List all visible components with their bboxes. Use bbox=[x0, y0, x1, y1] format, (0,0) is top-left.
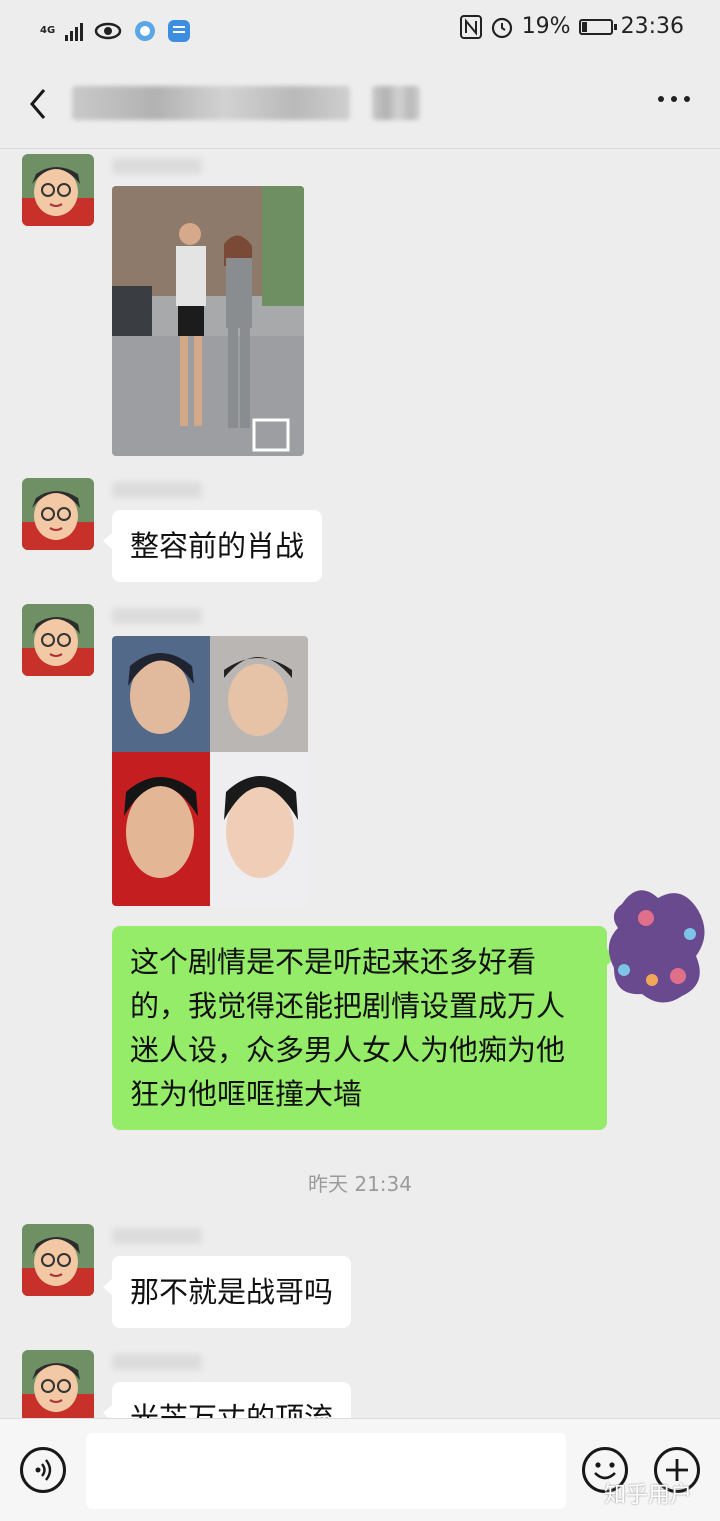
chat-header bbox=[0, 62, 720, 149]
watermark: 知乎用户 bbox=[603, 1483, 692, 1508]
message-bubble[interactable]: 整容前的肖战 bbox=[102, 510, 323, 582]
avatar-cartoon-icon bbox=[22, 154, 94, 226]
battery-percent: 19% bbox=[521, 14, 571, 39]
timestamp: 昨天 21:34 bbox=[308, 1172, 412, 1196]
network-type: 4G bbox=[40, 25, 56, 36]
sender-name-blurred bbox=[112, 482, 202, 498]
sender-name-blurred bbox=[112, 158, 202, 174]
photo-collage-four-faces[interactable] bbox=[112, 636, 308, 906]
message-bubble-self[interactable]: 这个剧情是不是听起来还多好看的，我觉得还能把剧情设置成万人迷人设，众多男人女人为… bbox=[112, 926, 616, 1130]
eye-icon bbox=[94, 22, 122, 40]
alarm-icon bbox=[491, 17, 512, 38]
avatar-flower-pattern-icon bbox=[608, 890, 705, 1003]
sender-name-blurred bbox=[112, 1228, 202, 1244]
sender-name-blurred bbox=[112, 608, 202, 624]
avatar[interactable] bbox=[22, 1350, 94, 1418]
message-row: 光芒万丈的顶流 bbox=[0, 1350, 720, 1418]
avatar[interactable] bbox=[22, 1224, 94, 1296]
sender-name-blurred bbox=[112, 1354, 202, 1370]
avatar[interactable] bbox=[22, 154, 94, 226]
more-dots-icon[interactable] bbox=[658, 96, 690, 102]
message-input[interactable] bbox=[86, 1433, 566, 1509]
battery-icon bbox=[578, 18, 617, 35]
avatar[interactable] bbox=[22, 604, 94, 676]
avatar-self[interactable] bbox=[608, 884, 708, 1008]
avatar-cartoon-icon bbox=[22, 604, 94, 676]
voice-icon[interactable] bbox=[20, 1447, 66, 1493]
nfc-icon bbox=[459, 14, 482, 39]
avatar-cartoon-icon bbox=[22, 1224, 94, 1296]
chat-title-suffix-blurred bbox=[372, 86, 420, 120]
message-bubble[interactable]: 光芒万丈的顶流 bbox=[102, 1382, 352, 1418]
zhihu-app-icon bbox=[168, 20, 191, 42]
avatar-cartoon-icon bbox=[22, 1350, 94, 1418]
input-bar: 知乎用户 bbox=[0, 1418, 720, 1521]
browser-icon bbox=[135, 21, 156, 41]
avatar-cartoon-icon bbox=[22, 478, 94, 550]
status-bar: 4G 19% 23:36 bbox=[0, 0, 720, 62]
photo-couple-walking-street[interactable] bbox=[112, 186, 304, 456]
avatar[interactable] bbox=[22, 478, 94, 550]
signal-icon bbox=[65, 21, 84, 41]
message-bubble[interactable]: 那不就是战哥吗 bbox=[102, 1256, 352, 1328]
chevron-left-icon[interactable] bbox=[22, 84, 58, 124]
clock: 23:36 bbox=[620, 14, 684, 39]
chat-title-blurred bbox=[72, 86, 350, 120]
